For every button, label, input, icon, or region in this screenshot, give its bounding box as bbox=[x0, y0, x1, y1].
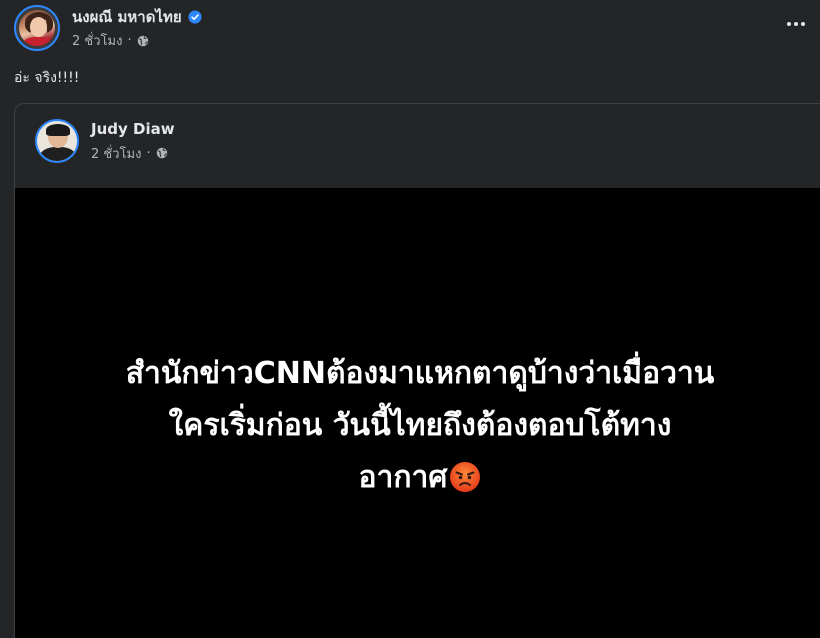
image-text-line-2: ใครเริ่มก่อน วันนี้ไทยถึงต้องตอบโต้ทาง bbox=[168, 408, 672, 443]
more-options-icon[interactable] bbox=[784, 14, 808, 34]
shared-author-name[interactable]: Judy Diaw bbox=[91, 120, 175, 138]
facebook-post: นงผณี มหาดไทย 2 ชั่วโมง · อ่ะ จริง!!!! J… bbox=[0, 0, 820, 638]
author-name-row: นงผณี มหาดไทย bbox=[72, 6, 202, 28]
shared-author-meta: Judy Diaw 2 ชั่วโมง · bbox=[91, 118, 175, 163]
image-text-line-3-text: อากาศ bbox=[358, 460, 448, 495]
shared-author-avatar[interactable] bbox=[35, 118, 79, 163]
author-avatar-image bbox=[19, 10, 55, 46]
post-header: นงผณี มหาดไทย 2 ชั่วโมง · bbox=[14, 5, 202, 51]
shared-post-image[interactable]: สำนักข่าวCNNต้องมาแหกตาดูบ้างว่าเมื่อวาน… bbox=[15, 188, 820, 638]
post-timestamp-row: 2 ชั่วโมง · bbox=[72, 31, 202, 51]
post-timestamp[interactable]: 2 ชั่วโมง bbox=[72, 30, 122, 51]
shared-post-card[interactable]: Judy Diaw 2 ชั่วโมง · สำนักข่าวCNNต้องมา… bbox=[14, 103, 820, 638]
globe-icon bbox=[137, 35, 148, 46]
author-avatar[interactable] bbox=[14, 5, 60, 51]
image-text: สำนักข่าวCNNต้องมาแหกตาดูบ้างว่าเมื่อวาน… bbox=[15, 348, 820, 504]
shared-post-header: Judy Diaw 2 ชั่วโมง · bbox=[35, 118, 175, 163]
shared-post-timestamp-row: 2 ชั่วโมง · bbox=[91, 143, 175, 163]
globe-icon bbox=[156, 147, 167, 159]
author-name[interactable]: นงผณี มหาดไทย bbox=[72, 5, 182, 29]
separator-dot: · bbox=[127, 33, 132, 48]
shared-post-timestamp[interactable]: 2 ชั่วโมง bbox=[91, 143, 141, 164]
angry-face-emoji bbox=[450, 462, 481, 492]
author-meta: นงผณี มหาดไทย 2 ชั่วโมง · bbox=[72, 6, 202, 51]
shared-author-name-row: Judy Diaw bbox=[91, 118, 175, 140]
separator-dot: · bbox=[146, 145, 151, 161]
verified-badge-icon bbox=[188, 9, 202, 24]
post-caption: อ่ะ จริง!!!! bbox=[14, 70, 80, 86]
image-text-line-3: อากาศ bbox=[15, 452, 820, 504]
image-text-line-1: สำนักข่าวCNNต้องมาแหกตาดูบ้างว่าเมื่อวาน bbox=[125, 356, 715, 391]
